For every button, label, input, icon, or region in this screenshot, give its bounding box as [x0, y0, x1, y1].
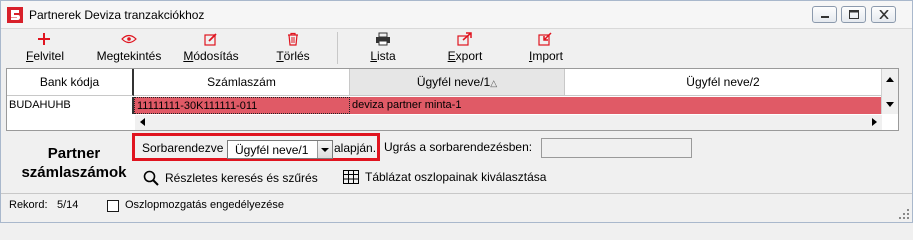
- column-header-client-name-2[interactable]: Ügyfél neve/2: [565, 69, 882, 96]
- printer-icon: [376, 32, 390, 46]
- new-button[interactable]: Felvitel: [17, 29, 73, 67]
- maximize-button[interactable]: [841, 6, 866, 23]
- record-value: 5/14: [57, 199, 79, 211]
- minimize-button[interactable]: [812, 6, 837, 23]
- sort-suffix: alapján.: [334, 141, 377, 155]
- scroll-left-arrow-icon[interactable]: [140, 118, 145, 126]
- record-label: Rekord:: [9, 199, 48, 211]
- export-icon: [457, 32, 472, 46]
- import-icon: [538, 32, 552, 46]
- jump-label: Ugrás a sorbarendezésben:: [384, 140, 533, 154]
- title-bar: Partnerek Deviza tranzakciókhoz: [1, 1, 912, 29]
- main-window: Partnerek Deviza tranzakciókhoz Felvitel…: [0, 0, 913, 223]
- scroll-up-arrow-icon[interactable]: [886, 77, 894, 82]
- column-header-label: Számlaszám: [207, 75, 276, 89]
- view-button[interactable]: Megtekintés: [93, 29, 165, 67]
- panel-title-line2: számlaszámok: [21, 164, 127, 181]
- vertical-scrollbar[interactable]: [881, 69, 898, 114]
- column-header-label: Bank kódja: [39, 75, 100, 89]
- chevron-down-icon: [321, 148, 329, 152]
- cell-client-name-2[interactable]: [565, 97, 882, 114]
- new-button-label: Felvitel: [25, 49, 65, 63]
- sort-ascending-icon: △: [490, 78, 498, 88]
- edit-icon: [204, 33, 217, 46]
- scroll-down-arrow-icon[interactable]: [886, 102, 894, 107]
- minimize-icon: [821, 16, 829, 18]
- import-button-label: Import: [528, 49, 564, 63]
- cell-bank-code[interactable]: BUDAHUHB: [7, 97, 134, 114]
- sort-panel: Partner számlaszámok Sorbarendezve Ügyfé…: [1, 132, 912, 192]
- column-header-client-name-1[interactable]: Ügyfél neve/1△: [350, 69, 565, 96]
- move-columns-checkbox[interactable]: [107, 200, 119, 212]
- resize-grip-icon[interactable]: [899, 209, 909, 219]
- import-button[interactable]: Import: [521, 29, 571, 67]
- scroll-right-arrow-icon[interactable]: [872, 118, 877, 126]
- app-logo-icon: [7, 7, 23, 23]
- sort-column-select[interactable]: Ügyfél neve/1: [227, 140, 333, 159]
- delete-button-label: Törlés: [276, 49, 310, 63]
- export-button-label: Export: [447, 49, 483, 63]
- table-icon: [343, 170, 359, 184]
- column-header-bank-code[interactable]: Bank kódja: [7, 69, 134, 96]
- edit-button[interactable]: Módosítás: [179, 29, 243, 67]
- window-title: Partnerek Deviza tranzakciókhoz: [29, 8, 205, 22]
- export-button[interactable]: Export: [441, 29, 489, 67]
- table-columns-link[interactable]: Táblázat oszlopainak kiválasztása: [343, 170, 546, 184]
- toolbar: Felvitel Megtekintés Módosítás Törlés Li…: [1, 29, 912, 67]
- column-header-account[interactable]: Számlaszám: [134, 69, 350, 96]
- sort-label: Sorbarendezve: [142, 141, 224, 155]
- panel-title: Partner számlaszámok: [15, 144, 133, 182]
- list-button[interactable]: Lista: [363, 29, 403, 67]
- toolbar-separator: [337, 32, 338, 64]
- close-icon: [879, 10, 889, 19]
- status-bar: Rekord: 5/14 Oszlopmozgatás engedélyezés…: [1, 194, 912, 222]
- dropdown-button[interactable]: [317, 141, 332, 158]
- horizontal-scrollbar[interactable]: [135, 115, 882, 130]
- close-button[interactable]: [871, 6, 896, 23]
- view-button-label: Megtekintés: [96, 49, 162, 63]
- move-columns-label: Oszlopmozgatás engedélyezése: [125, 199, 284, 211]
- jump-input[interactable]: [541, 138, 692, 158]
- sort-column-value: Ügyfél neve/1: [235, 143, 309, 157]
- column-header-label: Ügyfél neve/1: [416, 75, 491, 89]
- edit-button-label: Módosítás: [183, 49, 239, 63]
- eye-icon: [121, 34, 137, 44]
- column-header-label: Ügyfél neve/2: [686, 75, 760, 89]
- detailed-search-label: Részletes keresés és szűrés: [165, 171, 318, 185]
- cell-account[interactable]: 11111111-30K111111-011: [134, 97, 350, 114]
- data-grid: Bank kódja Számlaszám Ügyfél neve/1△ Ügy…: [6, 68, 899, 131]
- plus-icon: [38, 33, 50, 45]
- detailed-search-link[interactable]: Részletes keresés és szűrés: [143, 170, 318, 186]
- list-button-label: Lista: [370, 49, 396, 63]
- table-columns-label: Táblázat oszlopainak kiválasztása: [365, 170, 547, 184]
- sort-highlight-box: Sorbarendezve Ügyfél neve/1 alapján.: [132, 133, 380, 161]
- delete-button[interactable]: Törlés: [271, 29, 315, 67]
- maximize-icon: [849, 10, 859, 19]
- search-icon: [143, 170, 159, 186]
- trash-icon: [288, 32, 298, 46]
- panel-title-line1: Partner: [47, 145, 101, 162]
- cell-client-name-1[interactable]: deviza partner minta-1: [350, 97, 565, 114]
